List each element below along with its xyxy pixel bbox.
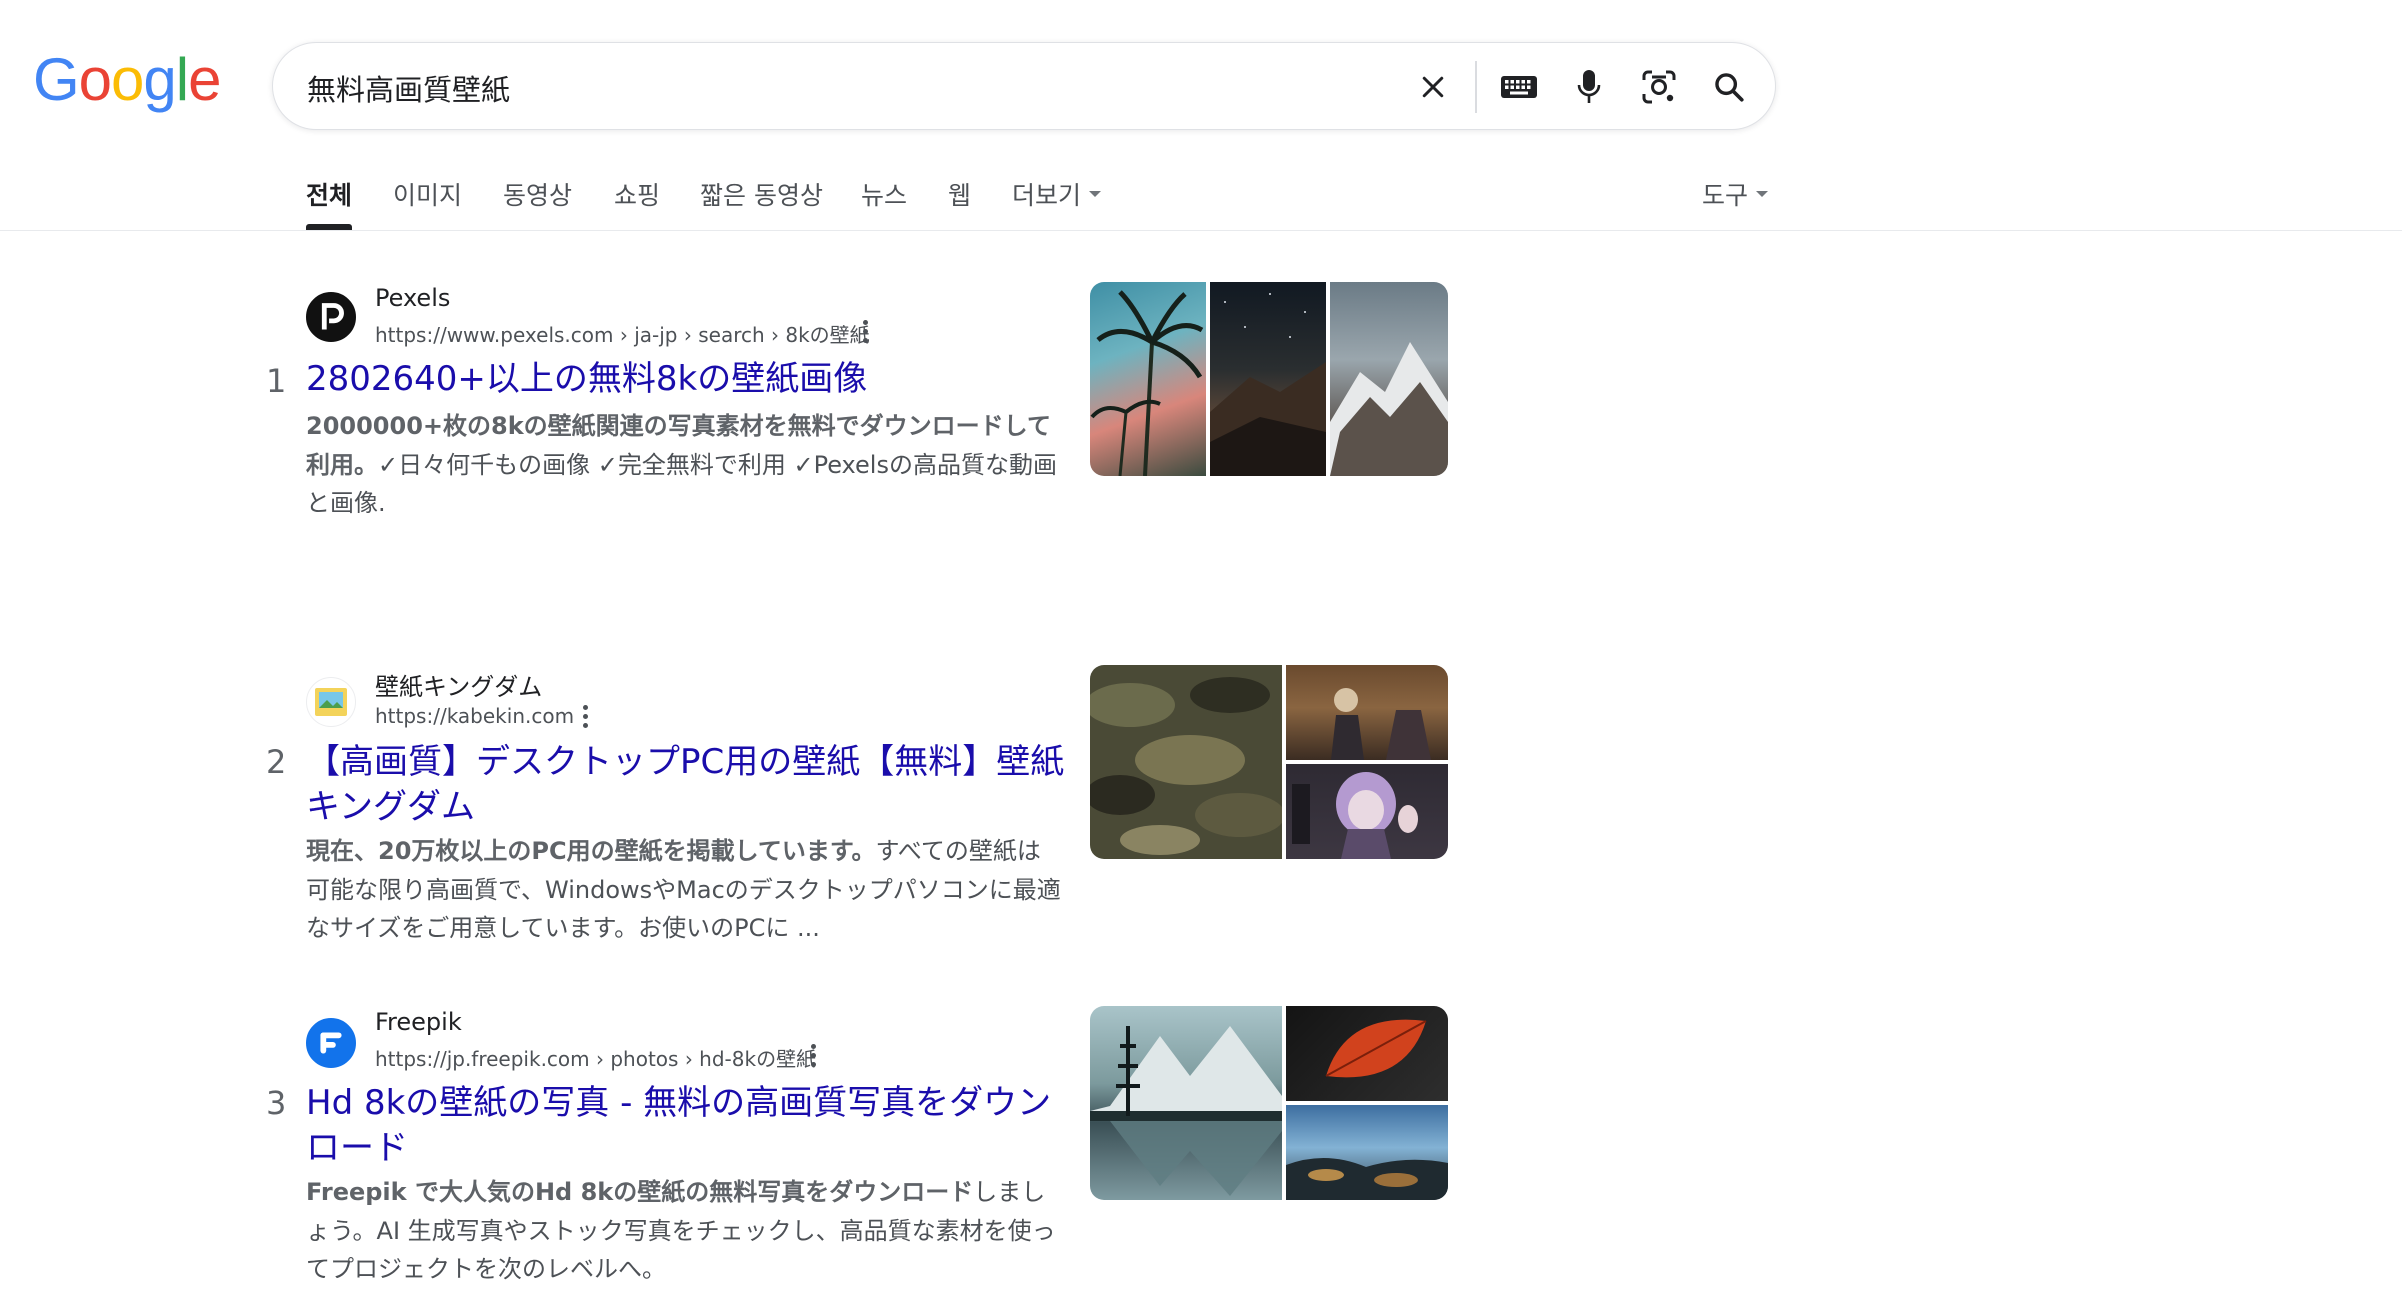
snippet-text: ✓日々何千もの画像 ✓完全無料で利用 ✓Pexelsの高品質な動画と画像.: [306, 450, 1057, 518]
thumbnail-red-leaf[interactable]: [1286, 1006, 1448, 1101]
result-title-link[interactable]: Hd 8kの壁紙の写真 - 無料の高画質写真をダウンロード: [306, 1081, 1066, 1171]
search-input[interactable]: 無料高画質壁紙: [307, 67, 510, 109]
snippet-highlight: 現在、20万枚以上のPC用の壁紙を掲載しています。: [306, 837, 876, 865]
keyboard-icon[interactable]: [1497, 65, 1541, 109]
logo-letter: e: [188, 46, 221, 113]
more-options-icon[interactable]: [802, 1037, 824, 1073]
result-thumbnails[interactable]: [1090, 1006, 1448, 1200]
tools-button[interactable]: 도구: [1702, 176, 1769, 212]
result-snippet: 2000000+枚の8kの壁紙関連の写真素材を無料でダウンロードして利用。✓日々…: [306, 407, 1062, 523]
result-rank: 1: [266, 362, 287, 400]
mic-icon[interactable]: [1567, 65, 1611, 109]
tab-all[interactable]: 전체: [306, 176, 352, 212]
thumbnail-fantasy-art[interactable]: [1286, 665, 1448, 760]
thumbnail-rocky-coast[interactable]: [1286, 1105, 1448, 1200]
chevron-down-icon: [1756, 191, 1769, 197]
result-thumbnails[interactable]: [1090, 665, 1448, 859]
freepik-logo-icon[interactable]: [306, 1018, 356, 1068]
more-options-icon[interactable]: [574, 698, 596, 734]
tab-web[interactable]: 웹: [948, 176, 971, 212]
result-snippet: Freepik で大人気のHd 8kの壁紙の無料写真をダウンロードしましょう。A…: [306, 1173, 1062, 1289]
result-site-name[interactable]: Freepik: [375, 1008, 462, 1036]
result-rank: 3: [266, 1084, 287, 1122]
result-title-link[interactable]: 2802640+以上の無料8kの壁紙画像: [306, 357, 1066, 402]
result-thumbnails[interactable]: [1090, 282, 1448, 476]
search-box[interactable]: 無料高画質壁紙: [272, 42, 1776, 130]
result-site-name[interactable]: 壁紙キングダム: [375, 667, 542, 702]
tab-videos[interactable]: 동영상: [503, 176, 572, 212]
search-divider: [1475, 61, 1477, 113]
tools-label: 도구: [1702, 181, 1749, 210]
result-site-name[interactable]: Pexels: [375, 284, 450, 312]
thumbnail-palm-trees[interactable]: [1090, 282, 1206, 476]
tab-short-videos[interactable]: 짧은 동영상: [700, 176, 823, 212]
logo-letter: g: [143, 46, 176, 113]
tab-more[interactable]: 더보기: [1012, 176, 1102, 212]
tab-more-label: 더보기: [1012, 181, 1082, 210]
kabekin-logo-icon[interactable]: [306, 677, 356, 727]
result-title-link[interactable]: 【高画質】デスクトップPC用の壁紙【無料】壁紙キングダム: [306, 740, 1066, 830]
result-rank: 2: [266, 743, 287, 781]
thumbnail-night-mountain[interactable]: [1210, 282, 1326, 476]
google-logo[interactable]: Google: [33, 46, 222, 113]
search-icon[interactable]: [1707, 65, 1751, 109]
snippet-highlight: Freepik で大人気のHd 8kの壁紙の無料写真をダウンロード: [306, 1178, 974, 1206]
result-url[interactable]: https://jp.freepik.com › photos › hd-8kの…: [375, 1043, 816, 1072]
close-icon[interactable]: [1411, 65, 1455, 109]
logo-letter: l: [175, 46, 189, 113]
thumbnail-anime-girl[interactable]: [1286, 764, 1448, 859]
tab-news[interactable]: 뉴스: [861, 176, 907, 212]
thumbnail-camouflage[interactable]: [1090, 665, 1282, 859]
thumbnail-mountain-lake[interactable]: [1090, 1006, 1282, 1200]
result-url[interactable]: https://kabekin.com: [375, 704, 574, 728]
thumbnail-snowy-mountain[interactable]: [1330, 282, 1448, 476]
tabs-divider: [0, 230, 2402, 231]
tab-shopping[interactable]: 쇼핑: [614, 176, 660, 212]
logo-letter: G: [33, 46, 80, 113]
pexels-logo-icon[interactable]: [306, 292, 356, 342]
more-options-icon[interactable]: [854, 313, 876, 349]
logo-letter: o: [111, 46, 144, 113]
result-url[interactable]: https://www.pexels.com › ja-jp › search …: [375, 319, 870, 348]
tab-images[interactable]: 이미지: [393, 176, 462, 212]
logo-letter: o: [78, 46, 112, 113]
google-lens-icon[interactable]: [1637, 65, 1681, 109]
chevron-down-icon: [1089, 191, 1102, 197]
result-snippet: 現在、20万枚以上のPC用の壁紙を掲載しています。すべての壁紙は可能な限り高画質…: [306, 832, 1062, 948]
